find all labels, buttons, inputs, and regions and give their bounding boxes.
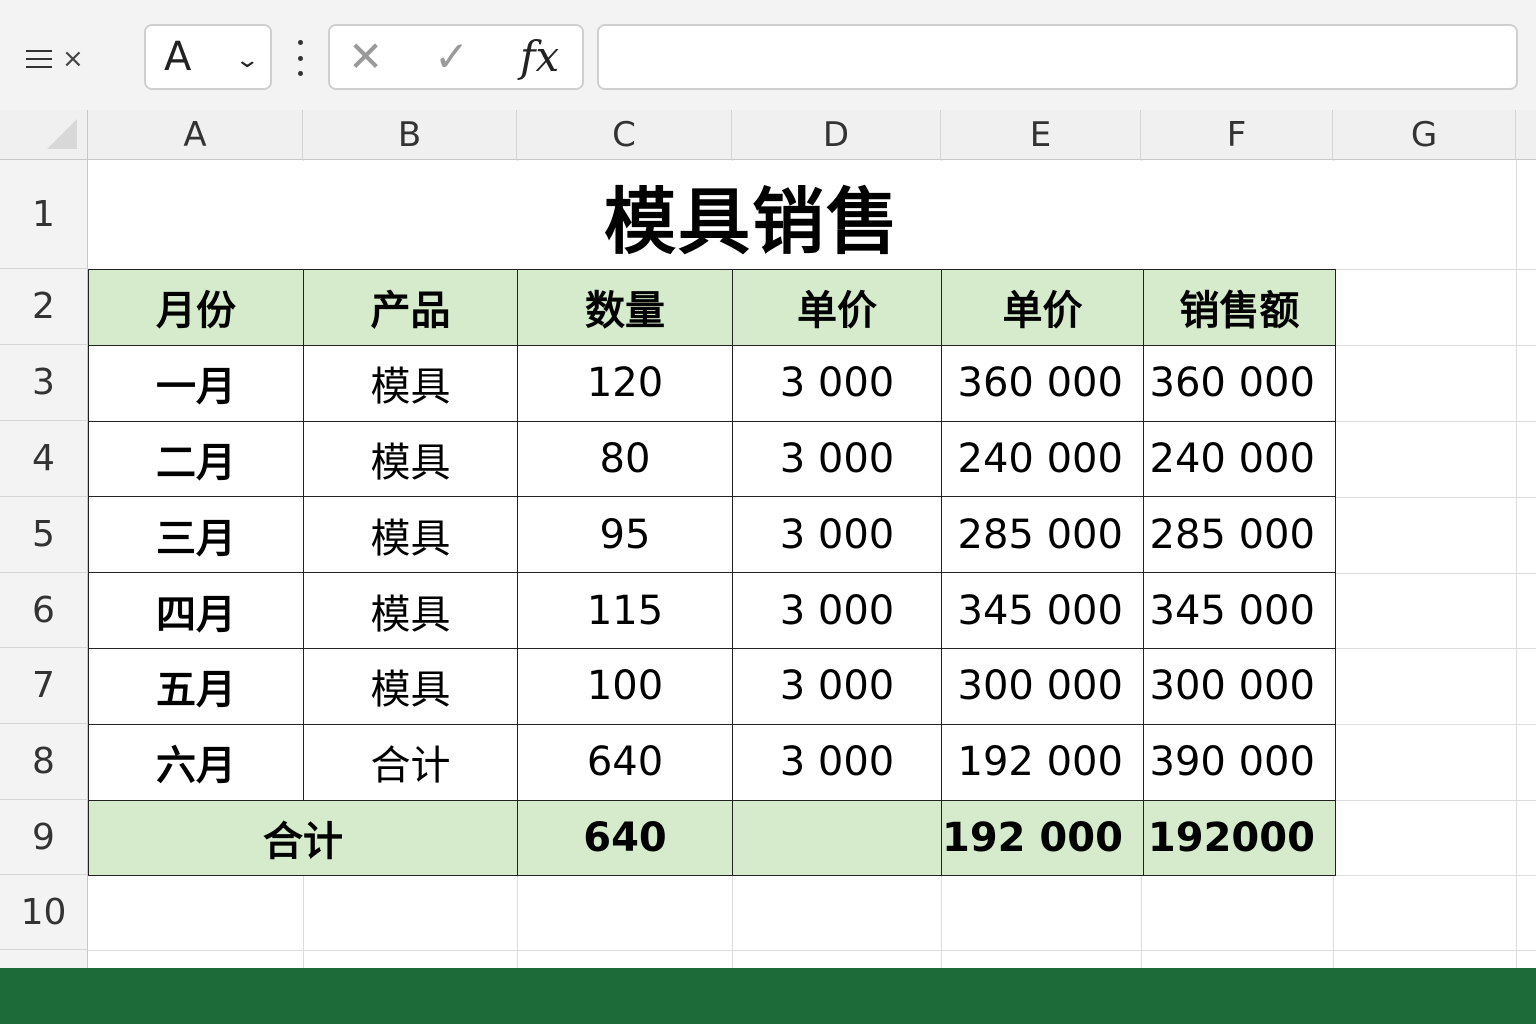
formula-input[interactable] — [597, 24, 1518, 90]
fx-icon[interactable]: fx — [520, 36, 559, 78]
sheet-tab-bar — [0, 968, 1536, 1024]
cell[interactable]: 95 — [517, 496, 733, 574]
cell[interactable]: 二月 — [88, 420, 304, 498]
name-box[interactable]: A ⌄ — [144, 24, 272, 90]
table-row: 三月 模具 95 3 000 285 000 285 000 — [88, 496, 1336, 574]
cell[interactable]: 80 — [517, 420, 733, 498]
cell[interactable]: 192 000 — [941, 723, 1144, 801]
column-header-b[interactable]: B — [303, 110, 517, 160]
cell[interactable]: 240 000 — [941, 420, 1144, 498]
column-header-g[interactable]: G — [1333, 110, 1516, 160]
cell[interactable]: 一月 — [88, 344, 304, 422]
grid-line — [1516, 160, 1517, 968]
row-header-1[interactable]: 1 — [0, 160, 88, 269]
cell[interactable]: 115 — [517, 572, 733, 649]
cell[interactable]: 合计 — [303, 723, 518, 801]
select-all-icon — [47, 119, 77, 149]
header-cell-month[interactable]: 月份 — [88, 269, 304, 346]
cell[interactable]: 模具 — [303, 496, 518, 574]
grid-line — [88, 950, 1536, 951]
total-quantity-cell[interactable]: 640 — [517, 799, 733, 877]
formula-actions: ✕ ✓ fx — [328, 24, 584, 90]
cell[interactable]: 300 000 — [941, 647, 1144, 725]
row-header-8[interactable]: 8 — [0, 724, 88, 800]
cancel-icon[interactable]: ✕ — [348, 36, 383, 78]
cell[interactable]: 300 000 — [1142, 647, 1336, 725]
header-cell-product[interactable]: 产品 — [303, 269, 518, 346]
row-header-6[interactable]: 6 — [0, 573, 88, 648]
table-row: 五月 模具 100 3 000 300 000 300 000 — [88, 647, 1336, 725]
header-cell-quantity[interactable]: 数量 — [517, 269, 733, 346]
check-icon[interactable]: ✓ — [434, 36, 469, 78]
cell[interactable]: 六月 — [88, 723, 304, 801]
total-amount-f-cell[interactable]: 192000 — [1142, 799, 1336, 877]
row-header-4[interactable]: 4 — [0, 421, 88, 497]
total-row: 合计 640 192 000 192000 — [88, 799, 1336, 877]
cell[interactable]: 285 000 — [1142, 496, 1336, 574]
cell[interactable]: 模具 — [303, 572, 518, 649]
table-row: 二月 模具 80 3 000 240 000 240 000 — [88, 420, 1336, 498]
menu-button[interactable]: × — [26, 36, 106, 82]
cell[interactable]: 360 000 — [941, 344, 1144, 422]
formula-toolbar: × A ⌄ ✕ ✓ fx — [0, 0, 1536, 110]
row-header-9[interactable]: 9 — [0, 800, 88, 875]
row-header-10[interactable]: 10 — [0, 875, 88, 950]
column-header-c[interactable]: C — [517, 110, 732, 160]
name-box-value: A — [164, 34, 192, 80]
column-header-a[interactable]: A — [88, 110, 303, 160]
select-all-corner[interactable] — [0, 110, 88, 160]
sheet-title[interactable]: 模具销售 — [89, 161, 1415, 269]
close-icon: × — [62, 44, 84, 74]
row-header-2[interactable]: 2 — [0, 269, 88, 345]
cell[interactable]: 模具 — [303, 344, 518, 422]
sales-table: 月份 产品 数量 单价 单价 销售额 一月 模具 120 3 000 360 0… — [88, 269, 1336, 877]
table-row: 六月 合计 640 3 000 192 000 390 000 — [88, 723, 1336, 801]
cell[interactable]: 3 000 — [732, 496, 942, 574]
table-header-row: 月份 产品 数量 单价 单价 销售额 — [88, 269, 1336, 346]
table-row: 一月 模具 120 3 000 360 000 360 000 — [88, 344, 1336, 422]
total-unit-price-cell[interactable] — [732, 799, 942, 877]
cell[interactable]: 四月 — [88, 572, 304, 649]
cell[interactable]: 390 000 — [1142, 723, 1336, 801]
header-cell-unit-price-2[interactable]: 单价 — [941, 269, 1144, 346]
list-icon — [26, 50, 52, 68]
cell[interactable]: 360 000 — [1142, 344, 1336, 422]
cell[interactable]: 五月 — [88, 647, 304, 725]
column-header-h[interactable] — [1516, 110, 1536, 160]
header-cell-unit-price[interactable]: 单价 — [732, 269, 942, 346]
more-options-icon[interactable] — [290, 40, 310, 76]
header-cell-sales[interactable]: 销售额 — [1142, 269, 1336, 346]
total-amount-e-cell[interactable]: 192 000 — [941, 799, 1144, 877]
table-row: 四月 模具 115 3 000 345 000 345 000 — [88, 572, 1336, 649]
cell[interactable]: 3 000 — [732, 572, 942, 649]
cell[interactable]: 模具 — [303, 647, 518, 725]
column-header-d[interactable]: D — [732, 110, 941, 160]
cell[interactable]: 345 000 — [1142, 572, 1336, 649]
cell[interactable]: 3 000 — [732, 344, 942, 422]
cell[interactable]: 100 — [517, 647, 733, 725]
cell[interactable]: 240 000 — [1142, 420, 1336, 498]
row-header-11[interactable] — [0, 950, 88, 968]
row-header-7[interactable]: 7 — [0, 648, 88, 724]
cell[interactable]: 3 000 — [732, 420, 942, 498]
cell[interactable]: 3 000 — [732, 647, 942, 725]
chevron-down-icon[interactable]: ⌄ — [234, 48, 260, 73]
cell[interactable]: 三月 — [88, 496, 304, 574]
cell[interactable]: 120 — [517, 344, 733, 422]
total-label-cell[interactable]: 合计 — [88, 799, 518, 877]
column-header-f[interactable]: F — [1141, 110, 1333, 160]
cell[interactable]: 3 000 — [732, 723, 942, 801]
cell[interactable]: 285 000 — [941, 496, 1144, 574]
cell[interactable]: 640 — [517, 723, 733, 801]
row-header-3[interactable]: 3 — [0, 345, 88, 421]
row-header-5[interactable]: 5 — [0, 497, 88, 573]
cell[interactable]: 345 000 — [941, 572, 1144, 649]
column-header-e[interactable]: E — [941, 110, 1141, 160]
cell[interactable]: 模具 — [303, 420, 518, 498]
